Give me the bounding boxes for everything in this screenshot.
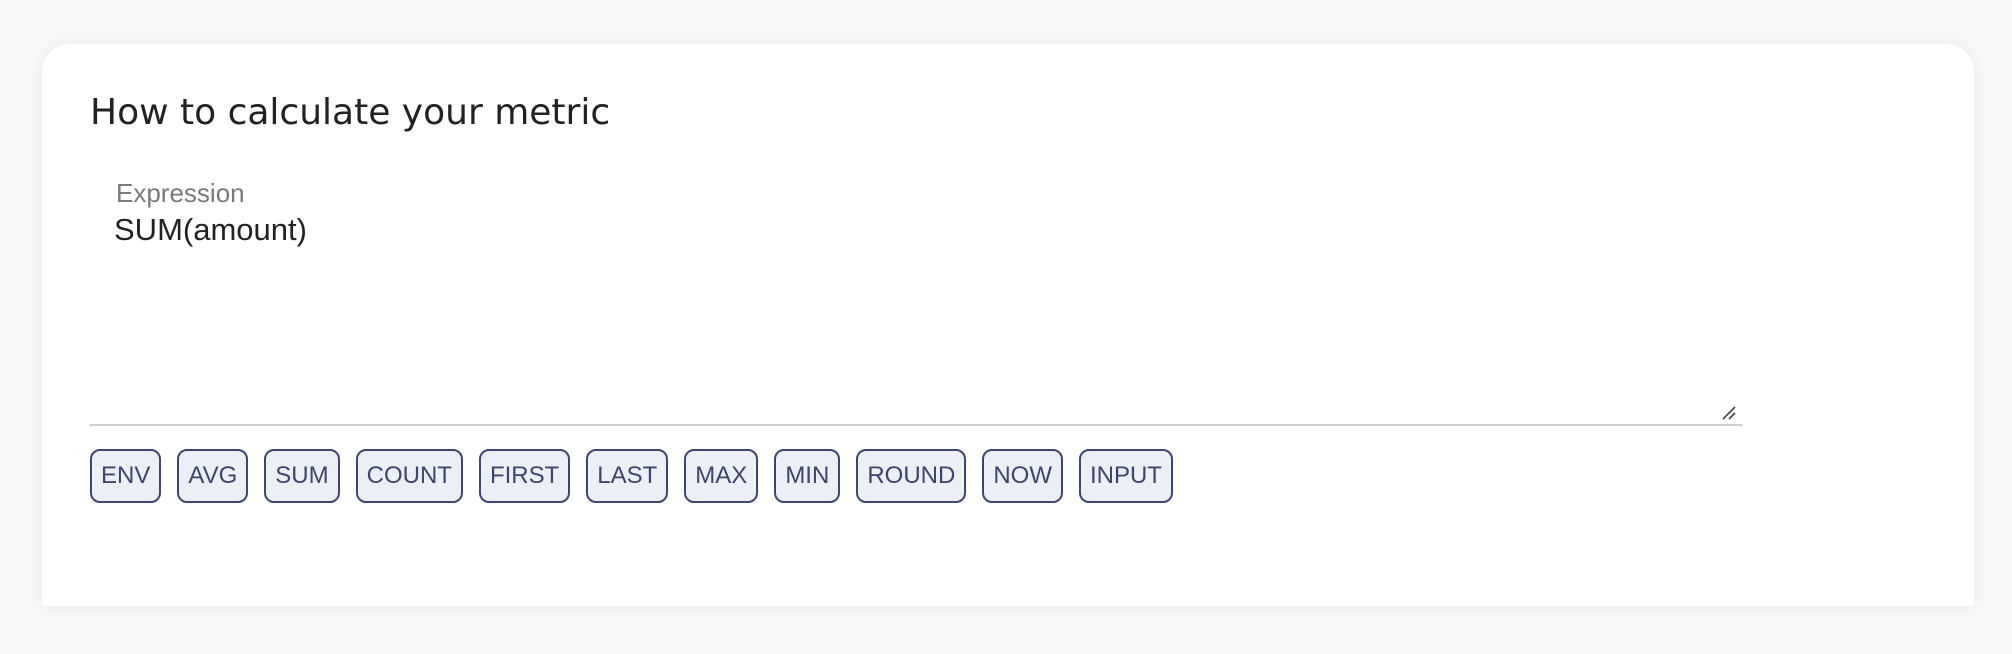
function-chips: ENV AVG SUM COUNT FIRST LAST MAX MIN ROU… <box>90 449 1173 503</box>
function-chip-count[interactable]: COUNT <box>355 449 463 503</box>
function-chip-max[interactable]: MAX <box>684 449 759 503</box>
function-chip-first[interactable]: FIRST <box>478 449 571 503</box>
function-chip-env[interactable]: ENV <box>90 449 162 503</box>
function-chip-input[interactable]: INPUT <box>1078 449 1173 503</box>
function-chip-sum[interactable]: SUM <box>264 449 340 503</box>
function-chip-round[interactable]: ROUND <box>856 449 967 503</box>
expression-field[interactable]: Expression SUM(amount) <box>90 174 1742 426</box>
function-chip-avg[interactable]: AVG <box>177 449 249 503</box>
function-chip-min[interactable]: MIN <box>774 449 841 503</box>
function-chip-last[interactable]: LAST <box>586 449 669 503</box>
metric-calculation-card: How to calculate your metric Expression … <box>42 44 1974 606</box>
function-chip-now[interactable]: NOW <box>982 449 1063 503</box>
expression-label: Expression <box>116 178 245 208</box>
expression-textarea[interactable]: SUM(amount) <box>114 210 1714 410</box>
section-title: How to calculate your metric <box>90 92 611 133</box>
resize-handle-icon[interactable] <box>1720 404 1736 420</box>
